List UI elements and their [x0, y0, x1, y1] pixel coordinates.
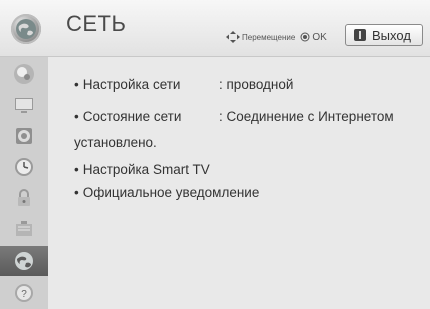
sidebar-item-network[interactable]	[0, 246, 48, 276]
exit-label: Выход	[372, 27, 411, 43]
sidebar-item-audio[interactable]	[0, 121, 48, 151]
navigation-hint: Перемещение OK	[226, 31, 327, 43]
menu-item-network-status[interactable]: • Состояние сети : Соединение с Интернето…	[74, 109, 394, 124]
sidebar-item-time[interactable]	[0, 152, 48, 182]
hint-ok-label: OK	[312, 31, 327, 43]
hint-move-label: Перемещение	[242, 32, 296, 42]
menu-item-label: Официальное уведомление	[82, 185, 260, 200]
menu-item-value: : проводной	[219, 77, 294, 92]
network-settings-screen: СЕТЬ Перемещение OK Выход ? • Настройка …	[0, 0, 430, 309]
bullet: •	[74, 77, 79, 92]
globe-icon	[11, 14, 41, 44]
lock-icon	[18, 189, 30, 206]
globe-icon	[15, 252, 33, 270]
menu-item-legal-notice[interactable]: • Официальное уведомление	[74, 185, 259, 200]
options-icon	[16, 221, 32, 236]
menu-item-label: Настройка сети	[82, 77, 181, 92]
sidebar-item-display[interactable]	[0, 90, 48, 120]
bullet: •	[74, 185, 79, 200]
bullet: •	[74, 109, 79, 124]
help-icon: ?	[15, 284, 33, 302]
menu-item-label: Состояние сети	[82, 109, 182, 124]
svg-text:?: ?	[21, 289, 27, 300]
sidebar-item-lock[interactable]	[0, 183, 48, 213]
clock-icon	[15, 158, 33, 176]
ok-button-icon	[300, 32, 310, 42]
menu-item-continuation: установлено.	[74, 135, 157, 150]
header-bar: СЕТЬ Перемещение OK Выход	[0, 0, 430, 57]
menu-item-value-continuation: установлено.	[74, 135, 157, 150]
sidebar-menu: ?	[0, 57, 48, 309]
monitor-icon	[15, 98, 33, 113]
exit-button[interactable]: Выход	[345, 24, 423, 46]
menu-item-smart-tv-setting[interactable]: • Настройка Smart TV	[74, 162, 210, 177]
menu-item-network-setting[interactable]: • Настройка сети : проводной	[74, 77, 293, 92]
sidebar-item-picture[interactable]	[0, 59, 48, 89]
bullet: •	[74, 162, 79, 177]
sidebar-item-support[interactable]: ?	[0, 278, 48, 308]
exit-key-icon	[354, 29, 366, 41]
page-title: СЕТЬ	[66, 11, 127, 36]
menu-item-label: Настройка Smart TV	[82, 162, 210, 177]
picture-icon	[14, 64, 34, 84]
menu-item-value: : Соединение с Интернетом	[219, 109, 394, 124]
move-arrows-icon	[226, 31, 240, 43]
speaker-icon	[16, 128, 32, 144]
sidebar-item-options[interactable]	[0, 214, 48, 244]
